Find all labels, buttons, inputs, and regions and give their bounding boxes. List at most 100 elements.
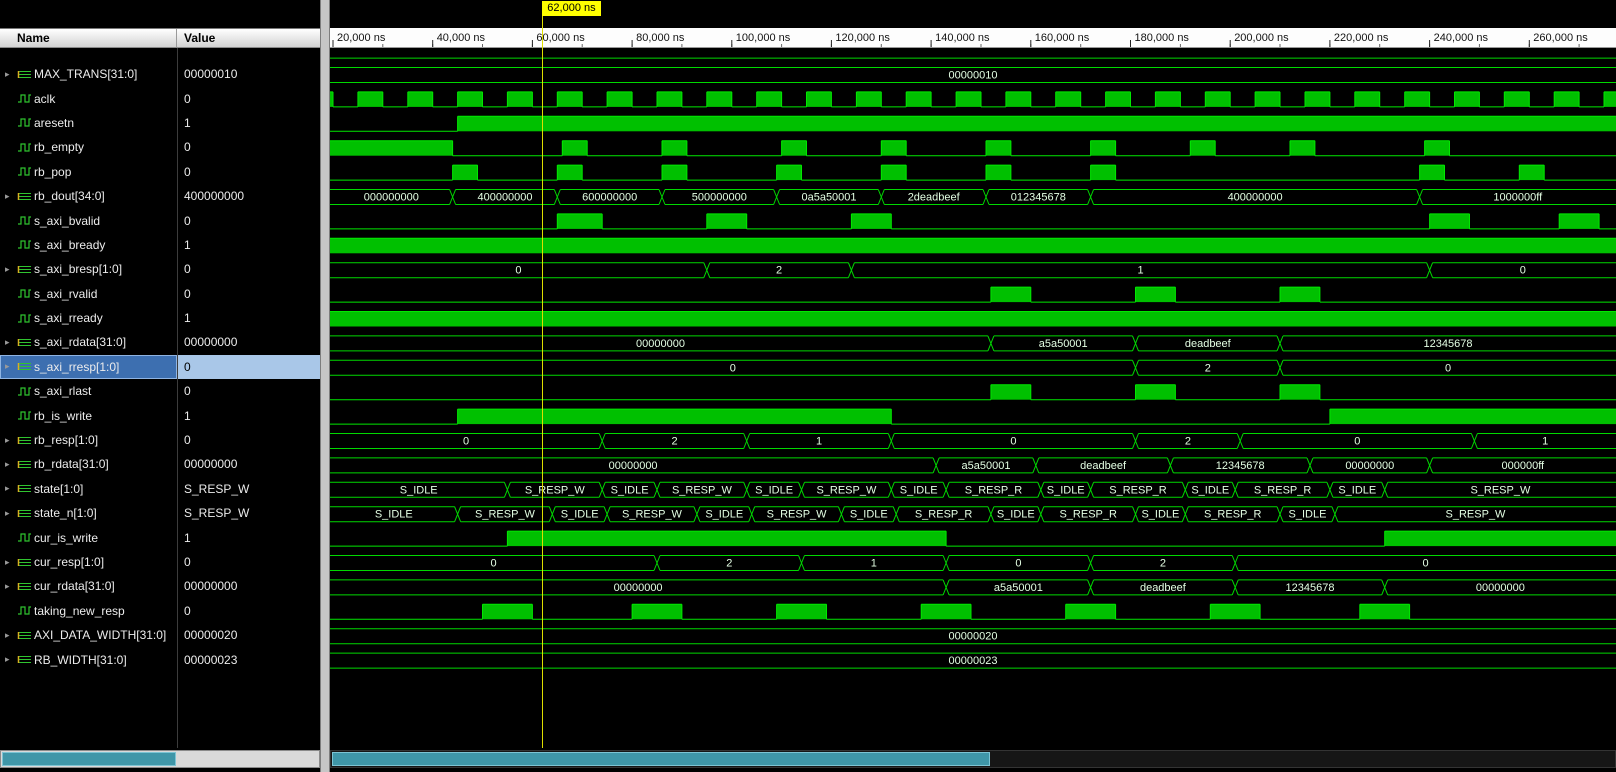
signal-row[interactable]: ▸ rb_resp[1:0] 0: [0, 428, 320, 452]
svg-text:2: 2: [1185, 436, 1191, 448]
bit-signal-icon: [17, 215, 34, 226]
name-column-header[interactable]: Name: [0, 29, 177, 47]
signal-row[interactable]: aresetn 1: [0, 111, 320, 135]
signal-row[interactable]: ▸ state_n[1:0] S_RESP_W: [0, 501, 320, 525]
svg-text:240,000 ns: 240,000 ns: [1434, 32, 1489, 44]
bit-signal-icon: [17, 166, 34, 177]
signal-row[interactable]: s_axi_rready 1: [0, 306, 320, 330]
signal-value: 0: [184, 286, 191, 301]
expander-icon[interactable]: ▸: [5, 69, 17, 80]
bus-signal-icon: [17, 508, 34, 519]
signal-row[interactable]: rb_is_write 1: [0, 403, 320, 427]
expander-icon[interactable]: ▸: [5, 459, 17, 470]
signal-name-cell: s_axi_rlast: [0, 379, 177, 403]
signal-name-cell: ▸ state[1:0]: [0, 477, 177, 501]
svg-text:500000000: 500000000: [692, 192, 747, 204]
signal-row[interactable]: s_axi_rvalid 0: [0, 282, 320, 306]
expander-icon[interactable]: ▸: [5, 557, 17, 568]
svg-text:140,000 ns: 140,000 ns: [935, 32, 990, 44]
svg-text:S_RESP_R: S_RESP_R: [915, 509, 973, 521]
expander-icon[interactable]: ▸: [5, 483, 17, 494]
svg-text:S_IDLE: S_IDLE: [1191, 484, 1229, 496]
bus-signal-icon: [17, 557, 34, 568]
svg-text:2: 2: [1205, 362, 1211, 374]
svg-text:S_IDLE: S_IDLE: [1338, 484, 1376, 496]
signal-name-panel: Name Value ▸ MAX_TRANS[31:0] 00000010 aclk 0…: [0, 0, 320, 772]
signal-value: 00000000: [184, 335, 238, 350]
expander-icon[interactable]: ▸: [5, 264, 17, 275]
signal-name-cell: rb_empty: [0, 135, 177, 159]
signal-row[interactable]: ▸ rb_rdata[31:0] 00000000: [0, 452, 320, 476]
bit-signal-icon: [17, 288, 34, 299]
signal-value: 1: [184, 311, 191, 326]
signal-row[interactable]: s_axi_bready 1: [0, 233, 320, 257]
signal-value: 0: [184, 433, 191, 448]
expander-icon[interactable]: ▸: [5, 435, 17, 446]
svg-text:12345678: 12345678: [1286, 582, 1335, 594]
wave-canvas[interactable]: 00000010000000000 400000000 600000000 50000…: [330, 48, 1616, 748]
cursor-time-flag[interactable]: 62,000 ns: [542, 1, 601, 16]
panel-splitter[interactable]: [320, 0, 330, 772]
wave-panel: 20,000 ns 40,000 ns 60,000 ns 80,000 ns 100,…: [330, 0, 1616, 772]
wave-horizontal-scrollbar[interactable]: [330, 750, 1616, 768]
signal-row[interactable]: aclk 0: [0, 86, 320, 110]
svg-text:100,000 ns: 100,000 ns: [736, 32, 791, 44]
name-value-column-divider[interactable]: [177, 48, 178, 748]
timeline-ruler[interactable]: 20,000 ns 40,000 ns 60,000 ns 80,000 ns 100,…: [330, 28, 1616, 48]
svg-text:S_IDLE: S_IDLE: [375, 509, 413, 521]
wave-row: 00000000 a5a50001 deadbeef 12345678: [330, 335, 1616, 352]
wave-row: [330, 384, 1616, 401]
signal-name: state_n[1:0]: [34, 506, 97, 521]
svg-text:S_IDLE: S_IDLE: [997, 509, 1035, 521]
expander-icon[interactable]: ▸: [5, 508, 17, 519]
expander-icon[interactable]: ▸: [5, 581, 17, 592]
signal-row[interactable]: ▸ MAX_TRANS[31:0] 00000010: [0, 62, 320, 86]
signal-name-cell: cur_is_write: [0, 525, 177, 549]
value-column-header[interactable]: Value: [177, 29, 215, 47]
bus-signal-icon: [17, 69, 34, 80]
signal-row[interactable]: ▸ AXI_DATA_WIDTH[31:0] 00000020: [0, 623, 320, 647]
signal-row[interactable]: ▸ cur_rdata[31:0] 00000000: [0, 574, 320, 598]
signal-row[interactable]: ▸ state[1:0] S_RESP_W: [0, 477, 320, 501]
expander-icon[interactable]: ▸: [5, 630, 17, 641]
signal-row[interactable]: rb_empty 0: [0, 135, 320, 159]
wave-row: 00000000 a5a50001 deadbeef 12345678 00000000: [330, 579, 1616, 596]
svg-text:1000000ff: 1000000ff: [1493, 192, 1543, 204]
signal-row[interactable]: cur_is_write 1: [0, 525, 320, 549]
signal-row[interactable]: ▸ cur_resp[1:0] 0: [0, 550, 320, 574]
expander-icon[interactable]: ▸: [5, 654, 17, 665]
signal-row[interactable]: ▸ RB_WIDTH[31:0] 00000023: [0, 647, 320, 671]
wave-row: [330, 408, 1616, 425]
signal-name: s_axi_bresp[1:0]: [34, 262, 123, 277]
names-scrollbar-thumb[interactable]: [2, 752, 176, 766]
signal-value: 0: [184, 384, 191, 399]
signal-name-cell: s_axi_bvalid: [0, 208, 177, 232]
svg-text:S_RESP_R: S_RESP_R: [1059, 509, 1117, 521]
signal-name: cur_resp[1:0]: [34, 555, 105, 569]
wave-scrollbar-thumb[interactable]: [332, 752, 990, 766]
expander-icon[interactable]: ▸: [5, 361, 17, 372]
wave-row: [330, 164, 1616, 181]
svg-text:S_IDLE: S_IDLE: [400, 484, 438, 496]
signal-row[interactable]: taking_new_resp 0: [0, 599, 320, 623]
signal-row[interactable]: ▸ s_axi_rdata[31:0] 00000000: [0, 330, 320, 354]
cursor-line[interactable]: [542, 16, 544, 748]
signal-name-cell: ▸ rb_resp[1:0]: [0, 428, 177, 452]
svg-text:12345678: 12345678: [1216, 460, 1265, 472]
expander-icon[interactable]: ▸: [5, 337, 17, 348]
signal-row[interactable]: ▸ s_axi_bresp[1:0] 0: [0, 257, 320, 281]
signal-name: s_axi_bready: [34, 237, 106, 252]
expander-icon[interactable]: ▸: [5, 191, 17, 202]
svg-text:160,000 ns: 160,000 ns: [1035, 32, 1090, 44]
wave-row: 00000000 a5a50001 deadbeef 12345678 00000000…: [330, 457, 1616, 474]
signal-row[interactable]: ▸ rb_dout[34:0] 400000000: [0, 184, 320, 208]
svg-text:S_IDLE: S_IDLE: [705, 509, 743, 521]
svg-text:S_RESP_W: S_RESP_W: [1446, 509, 1507, 521]
signal-row[interactable]: s_axi_bvalid 0: [0, 208, 320, 232]
signal-row[interactable]: s_axi_rlast 0: [0, 379, 320, 403]
signal-row[interactable]: ▸ s_axi_rresp[1:0] 0: [0, 354, 320, 380]
names-horizontal-scrollbar[interactable]: [0, 750, 320, 768]
svg-text:S_IDLE: S_IDLE: [1047, 484, 1085, 496]
signal-row[interactable]: rb_pop 0: [0, 160, 320, 184]
svg-text:S_IDLE: S_IDLE: [900, 484, 938, 496]
